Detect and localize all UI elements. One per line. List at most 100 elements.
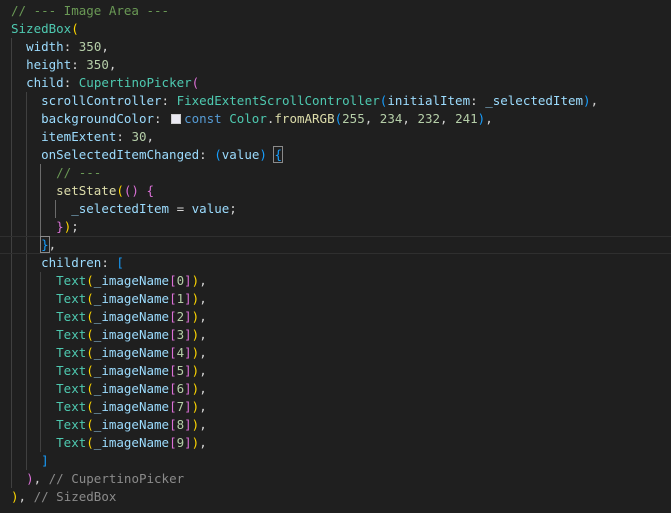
- code-line[interactable]: setState(() {: [0, 182, 671, 200]
- code-token: 30: [131, 129, 147, 144]
- code-token: ,: [199, 291, 207, 306]
- indent-guide: [11, 308, 12, 326]
- indent-guide: [11, 74, 12, 92]
- code-token: initialItem: [387, 93, 471, 108]
- indent-guide: [25, 146, 27, 164]
- indent-guide: [40, 308, 42, 326]
- code-token: ): [11, 489, 19, 504]
- code-token: 4: [176, 345, 185, 360]
- indent-guide: [25, 272, 27, 290]
- indent-guide: [11, 237, 12, 253]
- indent-guide: [40, 290, 42, 308]
- code-line[interactable]: });: [0, 218, 671, 236]
- code-line[interactable]: Text(_imageName[0]),: [0, 272, 671, 290]
- code-token: ): [26, 471, 34, 486]
- code-token: ,: [485, 111, 493, 126]
- code-token: // ---: [56, 165, 102, 180]
- code-token: }: [40, 236, 50, 253]
- indent-guide: [11, 362, 12, 380]
- code-line[interactable]: Text(_imageName[8]),: [0, 416, 671, 434]
- code-editor[interactable]: // --- Image Area --- SizedBox( width: 35…: [0, 0, 671, 513]
- code-token: (: [71, 21, 79, 36]
- code-token: _imageName: [93, 291, 170, 306]
- code-token: [: [169, 345, 177, 360]
- indent-guide: [11, 380, 12, 398]
- code-line[interactable]: // --- Image Area ---: [0, 2, 671, 20]
- code-line[interactable]: ), // CupertinoPicker: [0, 470, 671, 488]
- code-token: setState: [56, 183, 117, 198]
- code-token: 8: [176, 417, 185, 432]
- code-token: ]: [184, 417, 192, 432]
- code-line[interactable]: Text(_imageName[4]),: [0, 344, 671, 362]
- indent-guide: [11, 452, 12, 470]
- code-token: _imageName: [93, 381, 170, 396]
- code-token: ,: [48, 237, 57, 252]
- indent-guide: [25, 200, 27, 218]
- code-token: FixedExtentScrollController: [176, 93, 380, 108]
- indent-guide: [25, 398, 27, 416]
- code-token: :: [116, 129, 132, 144]
- code-token: 232: [417, 111, 441, 126]
- code-line[interactable]: Text(_imageName[5]),: [0, 362, 671, 380]
- code-token: // --- Image Area ---: [11, 3, 170, 18]
- code-token: ;: [71, 219, 79, 234]
- code-token: ,: [101, 39, 109, 54]
- code-line[interactable]: children: [: [0, 254, 671, 272]
- code-token: ]: [184, 399, 192, 414]
- code-line[interactable]: scrollController: FixedExtentScrollContr…: [0, 92, 671, 110]
- code-token: 7: [176, 399, 185, 414]
- code-token: :: [199, 147, 215, 162]
- code-line[interactable]: Text(_imageName[2]),: [0, 308, 671, 326]
- code-token: // CupertinoPicker: [48, 471, 185, 486]
- code-token: _imageName: [93, 363, 170, 378]
- indent-guide: [40, 272, 42, 290]
- code-token: [: [169, 309, 177, 324]
- code-line[interactable]: Text(_imageName[1]),: [0, 290, 671, 308]
- code-token: ,: [146, 129, 155, 144]
- indent-guide: [11, 344, 12, 362]
- code-line[interactable]: Text(_imageName[3]),: [0, 326, 671, 344]
- code-token: 6: [176, 381, 185, 396]
- code-line[interactable]: Text(_imageName[7]),: [0, 398, 671, 416]
- code-token: const: [184, 111, 222, 126]
- code-line[interactable]: ]: [0, 452, 671, 470]
- code-token: Text: [56, 399, 87, 414]
- code-line[interactable]: height: 350,: [0, 56, 671, 74]
- indent-guide: [11, 110, 12, 128]
- code-line[interactable]: _selectedItem = value;: [0, 200, 671, 218]
- code-token: ,: [440, 111, 456, 126]
- code-token: _imageName: [93, 435, 170, 450]
- indent-guide: [54, 200, 56, 218]
- indent-guide: [11, 434, 12, 452]
- code-line[interactable]: itemExtent: 30,: [0, 128, 671, 146]
- code-line[interactable]: width: 350,: [0, 38, 671, 56]
- code-token: (: [116, 183, 124, 198]
- indent-guide: [25, 254, 27, 272]
- color-swatch-icon[interactable]: [171, 113, 182, 124]
- code-token: (: [86, 417, 94, 432]
- code-token: 255: [342, 111, 365, 126]
- code-line[interactable]: child: CupertinoPicker(: [0, 74, 671, 92]
- code-line[interactable]: },: [0, 236, 671, 254]
- code-token: 241: [455, 111, 478, 126]
- code-token: Text: [56, 309, 87, 324]
- indent-guide: [25, 308, 27, 326]
- code-token: backgroundColor: [41, 111, 154, 126]
- code-token: _imageName: [93, 345, 170, 360]
- code-line[interactable]: Text(_imageName[9]),: [0, 434, 671, 452]
- code-line[interactable]: Text(_imageName[6]),: [0, 380, 671, 398]
- code-line[interactable]: // ---: [0, 164, 671, 182]
- code-token: 2: [176, 309, 185, 324]
- code-token: 5: [176, 363, 185, 378]
- code-line[interactable]: SizedBox(: [0, 20, 671, 38]
- code-line[interactable]: backgroundColor: const Color.fromARGB(25…: [0, 110, 671, 128]
- code-line[interactable]: ), // SizedBox: [0, 488, 671, 506]
- code-line[interactable]: onSelectedItemChanged: (value) {: [0, 146, 671, 164]
- indent-guide: [11, 470, 12, 488]
- indent-guide: [25, 380, 27, 398]
